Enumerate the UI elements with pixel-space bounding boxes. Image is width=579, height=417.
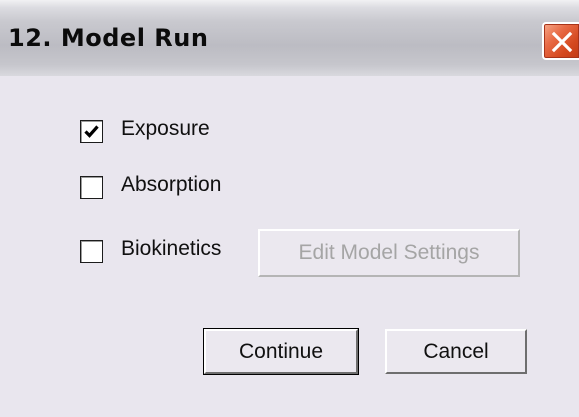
edit-model-settings-button[interactable]: Edit Model Settings: [258, 229, 520, 277]
continue-button[interactable]: Continue: [203, 328, 359, 375]
dialog-body: Exposure Absorption Biokinetics Edit Mod…: [0, 76, 579, 417]
model-run-dialog: 12. Model Run Exposure Absorption Biokin…: [0, 0, 579, 417]
cancel-button[interactable]: Cancel: [385, 329, 527, 374]
dialog-title: 12. Model Run: [8, 24, 209, 52]
close-button[interactable]: [542, 22, 579, 60]
exposure-label: Exposure: [121, 117, 210, 140]
absorption-checkbox[interactable]: [80, 176, 103, 199]
exposure-checkbox[interactable]: [80, 120, 103, 143]
close-x-icon: [551, 31, 573, 53]
absorption-label: Absorption: [121, 173, 222, 196]
biokinetics-checkbox[interactable]: [80, 240, 103, 263]
title-bar[interactable]: 12. Model Run: [0, 0, 579, 76]
checkmark-icon: [84, 125, 99, 138]
biokinetics-label: Biokinetics: [121, 237, 222, 260]
